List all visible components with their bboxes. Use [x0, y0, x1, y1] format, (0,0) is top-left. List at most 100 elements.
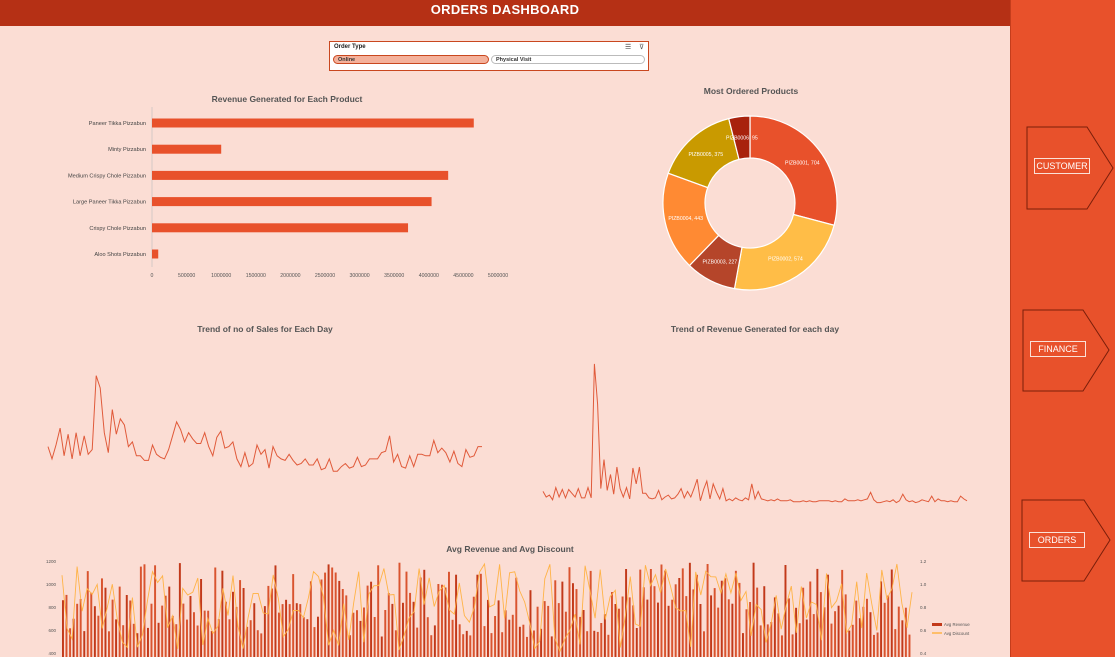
avg-revenue-bar	[759, 625, 762, 657]
x-tick-label: 1500000	[246, 273, 266, 279]
avg-revenue-bar	[770, 622, 773, 657]
avg-revenue-bar	[267, 585, 270, 657]
avg-revenue-bar	[703, 631, 705, 657]
avg-revenue-bar	[706, 564, 709, 657]
avg-revenue-discount-title: Avg Revenue and Avg Discount	[446, 544, 574, 554]
bar-category-label: Aloo Shots Pizzabun	[94, 252, 146, 258]
y-left-tick-label: 1200	[46, 559, 57, 564]
avg-revenue-bar	[462, 634, 465, 657]
slicer-title: Order Type	[334, 44, 366, 50]
avg-revenue-bar	[214, 567, 217, 657]
bar-0	[152, 118, 474, 128]
donut-data-label: PIZB0002, 574	[768, 257, 803, 263]
y-right-tick-label: 0.4	[920, 651, 927, 656]
bar-category-label: Large Paneer Tikka Pizzabun	[73, 200, 146, 206]
slicer-option-online[interactable]: Online	[333, 55, 489, 64]
avg-revenue-bar	[147, 627, 149, 657]
avg-revenue-bar	[671, 599, 674, 657]
avg-revenue-bar	[660, 564, 663, 657]
avg-revenue-bar	[536, 606, 539, 657]
avg-revenue-bar	[752, 562, 755, 657]
avg-revenue-bar	[805, 619, 808, 657]
avg-revenue-bar	[649, 569, 652, 657]
avg-revenue-bar	[873, 634, 875, 657]
avg-revenue-bar	[157, 622, 160, 657]
bar-category-label: Minty Pizzabun	[108, 147, 146, 153]
avg-revenue-bar	[600, 623, 603, 657]
avg-revenue-bar	[674, 584, 677, 657]
avg-revenue-bar	[876, 632, 879, 657]
bar-category-label: Paneer Tikka Pizzabun	[89, 121, 146, 127]
slicer-option-physical-visit[interactable]: Physical Visit	[491, 55, 645, 64]
nav-customer-label: CUSTOMER	[1034, 158, 1090, 174]
avg-revenue-bar	[851, 624, 854, 657]
clear-filter-icon[interactable]: ⊽	[639, 43, 644, 51]
avg-revenue-bar	[465, 630, 468, 657]
avg-revenue-bar	[830, 623, 833, 657]
avg-revenue-bar	[391, 603, 394, 657]
avg-revenue-bar	[858, 618, 861, 657]
avg-revenue-bar	[387, 593, 390, 657]
avg-revenue-bar	[501, 632, 504, 657]
nav-finance-label: FINANCE	[1030, 341, 1086, 357]
avg-revenue-bar	[278, 612, 280, 657]
avg-revenue-bar	[869, 612, 872, 657]
avg-revenue-bar	[526, 636, 528, 657]
avg-revenue-bar	[341, 589, 344, 657]
avg-revenue-bar	[62, 600, 64, 657]
avg-revenue-bar	[490, 633, 493, 657]
order-type-slicer[interactable]: Order Type ☰ ⊽ Online Physical Visit	[329, 41, 649, 71]
avg-revenue-bar	[228, 619, 231, 657]
avg-revenue-bar	[586, 631, 589, 657]
avg-revenue-bar	[518, 626, 521, 657]
donut-data-label: PIZB0006, 95	[726, 136, 758, 142]
avg-revenue-bar	[455, 574, 458, 657]
avg-revenue-bar	[543, 601, 546, 657]
sales-trend-line	[47, 375, 482, 472]
avg-revenue-bar	[306, 619, 309, 657]
avg-revenue-bar	[132, 623, 135, 657]
avg-revenue-bar	[880, 581, 883, 657]
bar-1	[152, 144, 222, 154]
nav-orders-button[interactable]: ORDERS	[1021, 499, 1113, 583]
avg-revenue-bar	[550, 636, 553, 657]
avg-revenue-bar	[522, 624, 525, 657]
avg-revenue-bar	[607, 634, 610, 657]
avg-revenue-bar	[904, 607, 907, 657]
avg-revenue-bar	[653, 586, 656, 657]
revenue-by-product-title: Revenue Generated for Each Product	[211, 94, 363, 104]
avg-revenue-bar	[855, 600, 858, 657]
nav-finance-button[interactable]: FINANCE	[1022, 309, 1112, 393]
avg-revenue-bar	[866, 598, 868, 657]
avg-revenue-bar	[416, 627, 419, 657]
donut-slice-1	[733, 213, 835, 291]
avg-revenue-bar	[894, 629, 897, 657]
avg-revenue-bar	[564, 611, 567, 657]
bar-category-label: Crispy Chole Pizzabun	[89, 226, 146, 232]
avg-revenue-bar	[86, 571, 89, 657]
avg-revenue-bar	[111, 599, 114, 657]
avg-revenue-bar	[405, 571, 408, 657]
avg-revenue-bar	[791, 634, 794, 657]
revenue-trend-chart	[542, 363, 968, 504]
avg-revenue-bar	[635, 628, 638, 657]
x-tick-label: 3500000	[384, 273, 404, 279]
revenue-by-product-chart: Paneer Tikka Pizzabun Minty Pizzabun Mediu…	[68, 107, 508, 279]
nav-orders-label: ORDERS	[1029, 532, 1085, 548]
avg-revenue-bar	[309, 581, 312, 657]
avg-revenue-bar	[189, 596, 192, 657]
revenue-trend-title: Trend of Revenue Generated for each day	[670, 324, 840, 334]
avg-revenue-bar	[611, 592, 613, 657]
avg-revenue-bar	[221, 570, 224, 657]
avg-revenue-bar	[302, 617, 305, 657]
avg-revenue-bar	[83, 631, 86, 657]
nav-customer-button[interactable]: CUSTOMER	[1026, 126, 1115, 210]
y-left-tick-label: 600	[48, 628, 56, 633]
avg-revenue-bar	[274, 565, 277, 657]
multi-select-icon[interactable]: ☰	[625, 43, 631, 51]
y-right-tick-label: 1.2	[920, 559, 927, 564]
avg-revenue-bar	[742, 633, 744, 657]
avg-revenue-bar	[479, 573, 482, 657]
x-tick-label: 4000000	[419, 273, 439, 279]
avg-revenue-bar	[143, 564, 146, 657]
